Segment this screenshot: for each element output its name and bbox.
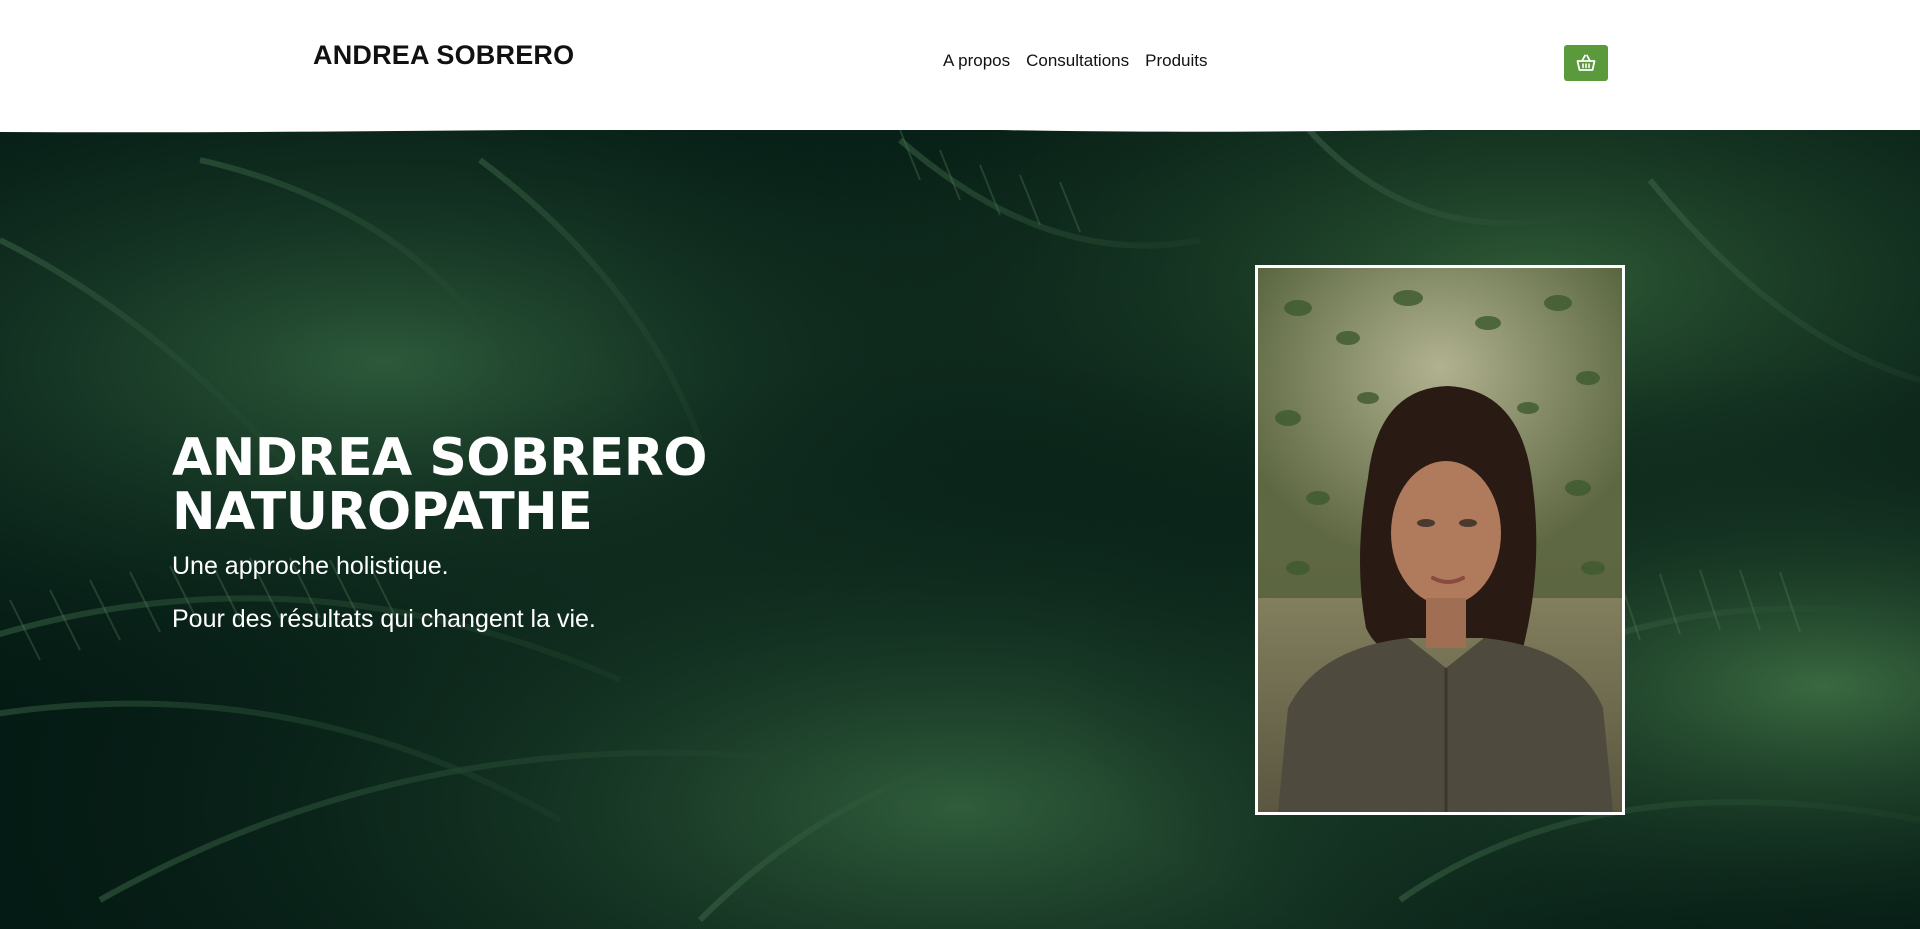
hero-subtitle: Une approche holistique. bbox=[172, 552, 449, 580]
nav-link-produits[interactable]: Produits bbox=[1145, 51, 1207, 71]
hero-text-block: ANDREA SOBRERO NATUROPATHE Une approche … bbox=[172, 431, 792, 634]
portrait-image bbox=[1255, 265, 1625, 815]
cart-button[interactable] bbox=[1564, 45, 1608, 81]
woman-portrait-photo bbox=[1258, 268, 1622, 812]
hero-title-line-1: ANDREA SOBRERO bbox=[172, 428, 707, 488]
site-logo[interactable]: ANDREA SOBRERO bbox=[313, 40, 574, 71]
hero-title-line-2: NATUROPATHE bbox=[172, 482, 593, 542]
nav-link-consultations[interactable]: Consultations bbox=[1026, 51, 1129, 71]
nav-link-a-propos[interactable]: A propos bbox=[943, 51, 1010, 71]
hero-section: ANDREA SOBRERO NATUROPATHE Une approche … bbox=[0, 120, 1920, 929]
site-header: ANDREA SOBRERO A propos Consultations Pr… bbox=[0, 0, 1920, 130]
basket-icon bbox=[1576, 54, 1596, 71]
hero-title: ANDREA SOBRERO NATUROPATHE bbox=[172, 431, 792, 539]
hero-tagline: Pour des résultats qui changent la vie. bbox=[172, 605, 596, 633]
main-nav: A propos Consultations Produits bbox=[943, 51, 1208, 71]
